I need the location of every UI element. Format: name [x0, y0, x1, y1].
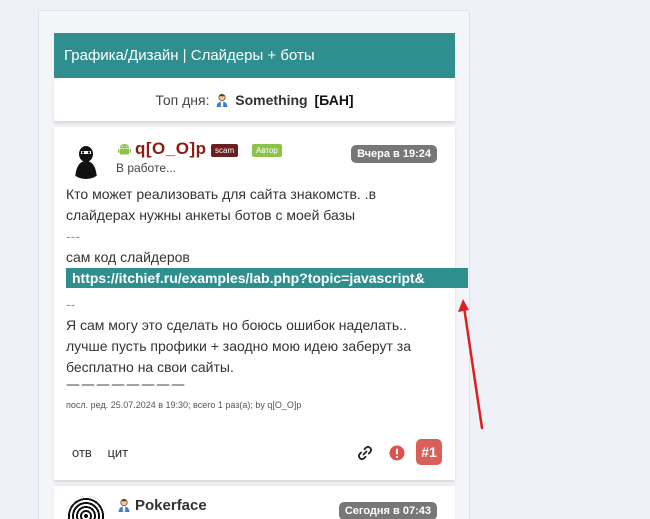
post-date-time: 19:24	[402, 148, 431, 160]
top-of-day-bar: Топ дня: Something [БАН]	[54, 78, 455, 122]
post-date-prefix: Вчера в	[357, 148, 403, 160]
scam-badge: scam	[211, 144, 239, 157]
body-line: сам код слайдеров	[66, 249, 190, 265]
body-line: бесплатно на свои сайты.	[66, 359, 234, 375]
post-number-badge[interactable]: #1	[416, 439, 442, 465]
top-of-day-label: Топ дня:	[155, 92, 210, 108]
author-name[interactable]: q[O_O]p	[135, 139, 207, 159]
user-icon	[215, 81, 229, 125]
user-status: В работе...	[116, 161, 177, 175]
top-of-day-user[interactable]: Something	[235, 92, 307, 108]
body-separator: ---	[66, 228, 80, 244]
body-line: лучше пусть профики + заодно мою идею за…	[66, 338, 411, 354]
topic-title: Графика/Дизайн | Слайдеры + боты	[54, 33, 455, 78]
post-card: Pokerface Сегодня в 07:43	[54, 486, 455, 519]
avatar[interactable]	[66, 496, 106, 519]
user-icon	[117, 498, 131, 517]
signature-line: ————————	[66, 377, 186, 393]
body-separator: --	[66, 296, 76, 312]
body-line: Я сам могу это сделать но боюсь ошибок н…	[66, 317, 407, 333]
arrow-annotation	[458, 299, 484, 430]
post-date-time: 07:43	[402, 505, 431, 517]
warning-icon[interactable]	[389, 445, 405, 465]
post-card: q[O_O]p scam Автор В работе... Вчера в 1…	[54, 127, 468, 480]
code-link[interactable]: https://itchief.ru/examples/lab.php?topi…	[66, 268, 468, 288]
link-icon[interactable]	[356, 444, 374, 466]
post-actions: отв цит	[72, 445, 140, 460]
avatar[interactable]	[66, 139, 106, 179]
post-date-prefix: Сегодня в	[344, 505, 403, 517]
post-body: Кто может реализовать для сайта знакомст…	[66, 184, 468, 378]
android-icon	[117, 142, 132, 161]
body-line: слайдерах нужны анкеты ботов с моей базы	[66, 207, 356, 223]
reply-button[interactable]: отв	[72, 445, 92, 460]
ban-tag: [БАН]	[314, 92, 354, 108]
author-badge: Автор	[252, 144, 282, 157]
body-line: Кто может реализовать для сайта знакомст…	[66, 186, 377, 202]
quote-button[interactable]: цит	[107, 445, 128, 460]
post-date[interactable]: Сегодня в 07:43	[338, 502, 437, 519]
post-date[interactable]: Вчера в 19:24	[351, 145, 437, 163]
edit-meta: посл. ред. 25.07.2024 в 19:30; всего 1 р…	[66, 400, 302, 410]
author-name[interactable]: Pokerface	[135, 497, 207, 514]
